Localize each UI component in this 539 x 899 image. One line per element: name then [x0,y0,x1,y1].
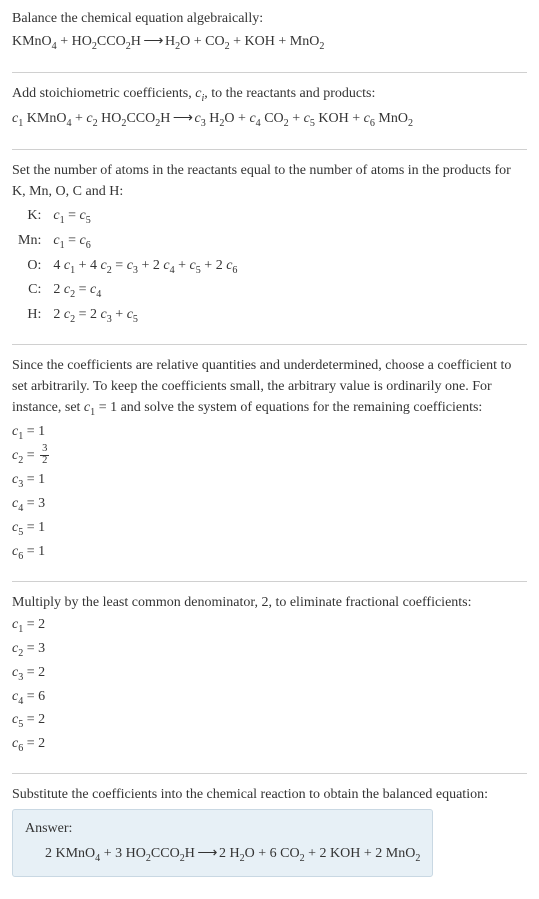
section-atom-equations: Set the number of atoms in the reactants… [12,160,527,339]
intro-text: Balance the chemical equation algebraica… [12,8,527,29]
table-row: H: 2 c2 = 2 c3 + c5 [12,303,243,328]
section-solve-c1: Since the coefficients are relative quan… [12,355,527,575]
list-item: c6 = 2 [12,733,527,756]
balanced-equation: 2 KMnO4 + 3 HO2CCO2H ⟶ 2 H2O + 6 CO2 + 2… [25,843,420,866]
coefficient-list: c1 = 2 c2 = 3 c3 = 2 c4 = 6 c5 = 2 c6 = … [12,614,527,756]
answer-box: Answer: 2 KMnO4 + 3 HO2CCO2H ⟶ 2 H2O + 6… [12,809,433,877]
list-item: c5 = 1 [12,517,527,540]
list-item: c1 = 1 [12,421,527,444]
intro-text: Since the coefficients are relative quan… [12,355,527,420]
intro-text: Substitute the coefficients into the che… [12,784,527,805]
intro-text: Set the number of atoms in the reactants… [12,160,527,202]
atom-balance-table: K: c1 = c5 Mn: c1 = c6 O: 4 c1 + 4 c2 = … [12,204,243,329]
intro-text: Add stoichiometric coefficients, ci, to … [12,83,527,106]
list-item: c5 = 2 [12,709,527,732]
list-item: c1 = 2 [12,614,527,637]
divider [12,72,527,73]
intro-text: Multiply by the least common denominator… [12,592,527,613]
list-item: c3 = 2 [12,662,527,685]
table-row: Mn: c1 = c6 [12,229,243,254]
divider [12,773,527,774]
answer-label: Answer: [25,818,420,839]
table-row: K: c1 = c5 [12,204,243,229]
list-item: c4 = 6 [12,686,527,709]
table-row: C: 2 c2 = c4 [12,278,243,303]
coefficient-list: c1 = 1 c2 = 32 c3 = 1 c4 = 3 c5 = 1 c6 =… [12,421,527,564]
list-item: c2 = 3 [12,638,527,661]
fraction: 32 [40,444,49,466]
divider [12,149,527,150]
table-row: O: 4 c1 + 4 c2 = c3 + 2 c4 + c5 + 2 c6 [12,254,243,279]
list-item: c3 = 1 [12,469,527,492]
list-item: c6 = 1 [12,541,527,564]
unbalanced-equation: KMnO4 + HO2CCO2H ⟶ H2O + CO2 + KOH + MnO… [12,31,527,54]
list-item: c2 = 32 [12,445,527,468]
list-item: c4 = 3 [12,493,527,516]
section-multiply-lcd: Multiply by the least common denominator… [12,592,527,767]
section-stoich-coeff: Add stoichiometric coefficients, ci, to … [12,83,527,143]
divider [12,581,527,582]
section-balance-intro: Balance the chemical equation algebraica… [12,8,527,66]
coeff-equation: c1 KMnO4 + c2 HO2CCO2H ⟶ c3 H2O + c4 CO2… [12,108,527,131]
divider [12,344,527,345]
